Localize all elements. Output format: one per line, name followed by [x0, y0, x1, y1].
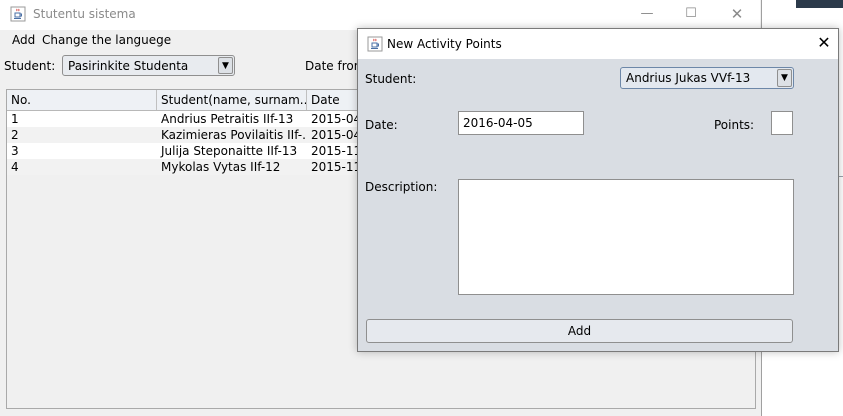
date-field[interactable]	[458, 111, 584, 135]
column-header-no[interactable]: No.	[7, 90, 157, 110]
main-titlebar[interactable]: Stutentu sistema — ☐ ✕	[0, 0, 760, 30]
cell-student: Mykolas Vytas IIf-12	[161, 160, 281, 174]
dialog-points-label: Points:	[714, 118, 755, 132]
student-label: Student:	[4, 59, 56, 73]
cell-student: Kazimieras Povilaitis IIf-...	[161, 128, 307, 142]
close-icon[interactable]: ✕	[729, 6, 745, 22]
column-header-student[interactable]: Student(name, surnam...	[157, 90, 307, 110]
student-select-value: Pasirinkite Studenta	[68, 59, 189, 73]
minimize-icon[interactable]: —	[639, 6, 655, 22]
dialog-student-select[interactable]: Andrius Jukas VVf-13 ▼	[620, 67, 794, 89]
java-coffee-cup-icon	[367, 36, 383, 52]
points-input[interactable]	[772, 112, 792, 134]
dialog-title: New Activity Points	[387, 37, 502, 51]
dialog-date-label: Date:	[365, 118, 398, 132]
cell-no: 4	[11, 160, 19, 174]
main-window-title: Stutentu sistema	[33, 7, 136, 21]
java-coffee-cup-icon	[10, 6, 26, 22]
points-field[interactable]	[771, 111, 793, 135]
dialog-student-label: Student:	[365, 72, 417, 86]
new-activity-points-dialog: New Activity Points ✕ Student: Andrius J…	[357, 28, 839, 352]
maximize-icon[interactable]: ☐	[683, 6, 699, 22]
cell-student: Andrius Petraitis IIf-13	[161, 112, 294, 126]
description-textarea[interactable]	[459, 180, 793, 294]
dialog-titlebar[interactable]: New Activity Points ✕	[358, 29, 838, 59]
chevron-down-icon[interactable]: ▼	[218, 57, 233, 74]
chevron-down-icon[interactable]: ▼	[777, 69, 792, 87]
cell-no: 1	[11, 112, 19, 126]
cell-no: 2	[11, 128, 19, 142]
dialog-description-label: Description:	[365, 180, 438, 194]
add-button[interactable]: Add	[366, 319, 793, 343]
menu-change-language[interactable]: Change the languege	[42, 33, 171, 47]
cell-student: Julija Steponaitte IIf-13	[161, 144, 298, 158]
menu-add[interactable]: Add	[12, 33, 35, 47]
desktop-taskbar-fragment	[796, 0, 843, 8]
dialog-student-select-value: Andrius Jukas VVf-13	[626, 71, 751, 85]
close-icon[interactable]: ✕	[816, 34, 832, 52]
date-input[interactable]	[459, 112, 583, 134]
student-select[interactable]: Pasirinkite Studenta ▼	[62, 55, 235, 76]
cell-no: 3	[11, 144, 19, 158]
description-field[interactable]	[458, 179, 794, 295]
